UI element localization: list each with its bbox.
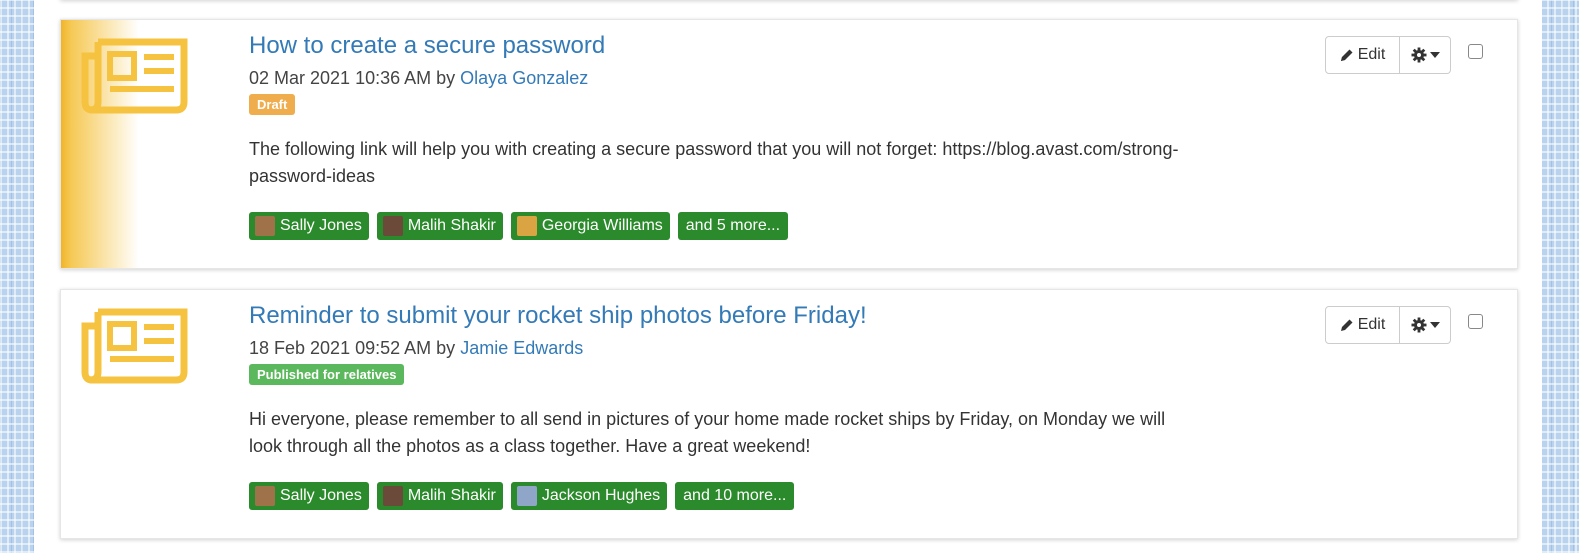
gear-icon: [1411, 317, 1426, 333]
avatar: [255, 216, 275, 236]
recipient-name: Malih Shakir: [407, 487, 496, 504]
select-post-checkbox[interactable]: [1468, 314, 1483, 329]
newspaper-icon: [81, 38, 188, 114]
pencil-icon: [1340, 319, 1353, 331]
post-description: The following link will help you with cr…: [249, 139, 1179, 186]
more-recipients-button[interactable]: and 10 more...: [675, 482, 795, 510]
post-title-link[interactable]: Reminder to submit your rocket ship phot…: [249, 300, 1249, 332]
select-post-checkbox[interactable]: [1468, 44, 1483, 59]
recipient-tag[interactable]: Sally Jones: [249, 212, 369, 240]
avatar: [516, 216, 537, 236]
caret-down-icon: [1429, 322, 1440, 328]
post-title-link[interactable]: How to create a secure password: [249, 30, 1249, 62]
recipient-tags: Sally Jones Malih Shakir Jackson Hughes …: [249, 482, 1249, 510]
by-label: by: [436, 338, 456, 358]
news-post-card: Reminder to submit your rocket ship phot…: [60, 289, 1518, 539]
by-label: by: [436, 68, 456, 88]
options-dropdown-button[interactable]: [1400, 36, 1451, 74]
avatar: [382, 486, 403, 506]
pencil-icon: [1340, 49, 1353, 61]
author-link[interactable]: Olaya Gonzalez: [460, 68, 588, 88]
recipient-name: Georgia Williams: [541, 217, 663, 234]
recipient-name: Sally Jones: [280, 487, 362, 504]
recipient-tag[interactable]: Georgia Williams: [510, 212, 670, 240]
status-badge: Draft: [249, 94, 296, 115]
post-meta: 02 Mar 2021 10:36 AM by Olaya Gonzalez: [249, 65, 1249, 91]
post-content: Reminder to submit your rocket ship phot…: [249, 300, 1249, 510]
caret-down-icon: [1429, 52, 1440, 58]
gear-icon: [1411, 47, 1426, 63]
recipient-tags: Sally Jones Malih Shakir Georgia William…: [249, 212, 1249, 240]
recipient-tag[interactable]: Malih Shakir: [376, 212, 503, 240]
recipient-tag[interactable]: Sally Jones: [249, 482, 369, 510]
edit-button[interactable]: Edit: [1325, 36, 1400, 74]
avatar: [516, 486, 537, 506]
edit-label: Edit: [1357, 316, 1386, 333]
post-description: Hi everyone, please remember to all send…: [249, 409, 1166, 456]
recipient-tag[interactable]: Malih Shakir: [376, 482, 503, 510]
author-link[interactable]: Jamie Edwards: [460, 338, 583, 358]
post-actions: Edit: [1325, 306, 1451, 344]
avatar: [255, 486, 275, 506]
recipient-name: Sally Jones: [280, 217, 362, 234]
post-actions: Edit: [1325, 36, 1451, 74]
status-badge: Published for relatives: [249, 364, 405, 385]
avatar: [382, 216, 403, 236]
post-meta: 18 Feb 2021 09:52 AM by Jamie Edwards: [249, 335, 1249, 361]
options-dropdown-button[interactable]: [1400, 306, 1451, 344]
post-date: 18 Feb 2021 09:52 AM: [249, 338, 432, 358]
recipient-name: Malih Shakir: [407, 217, 496, 234]
post-date: 02 Mar 2021 10:36 AM: [249, 68, 432, 88]
news-post-card: How to create a secure password 02 Mar 2…: [60, 19, 1518, 269]
post-content: How to create a secure password 02 Mar 2…: [249, 30, 1249, 240]
edit-button[interactable]: Edit: [1325, 306, 1400, 344]
recipient-name: Jackson Hughes: [541, 487, 661, 504]
more-recipients-button[interactable]: and 5 more...: [677, 212, 789, 240]
newspaper-icon: [81, 308, 188, 384]
news-feed-panel: How to create a secure password 02 Mar 2…: [34, 0, 1542, 553]
edit-label: Edit: [1357, 46, 1386, 63]
recipient-tag[interactable]: Jackson Hughes: [510, 482, 668, 510]
